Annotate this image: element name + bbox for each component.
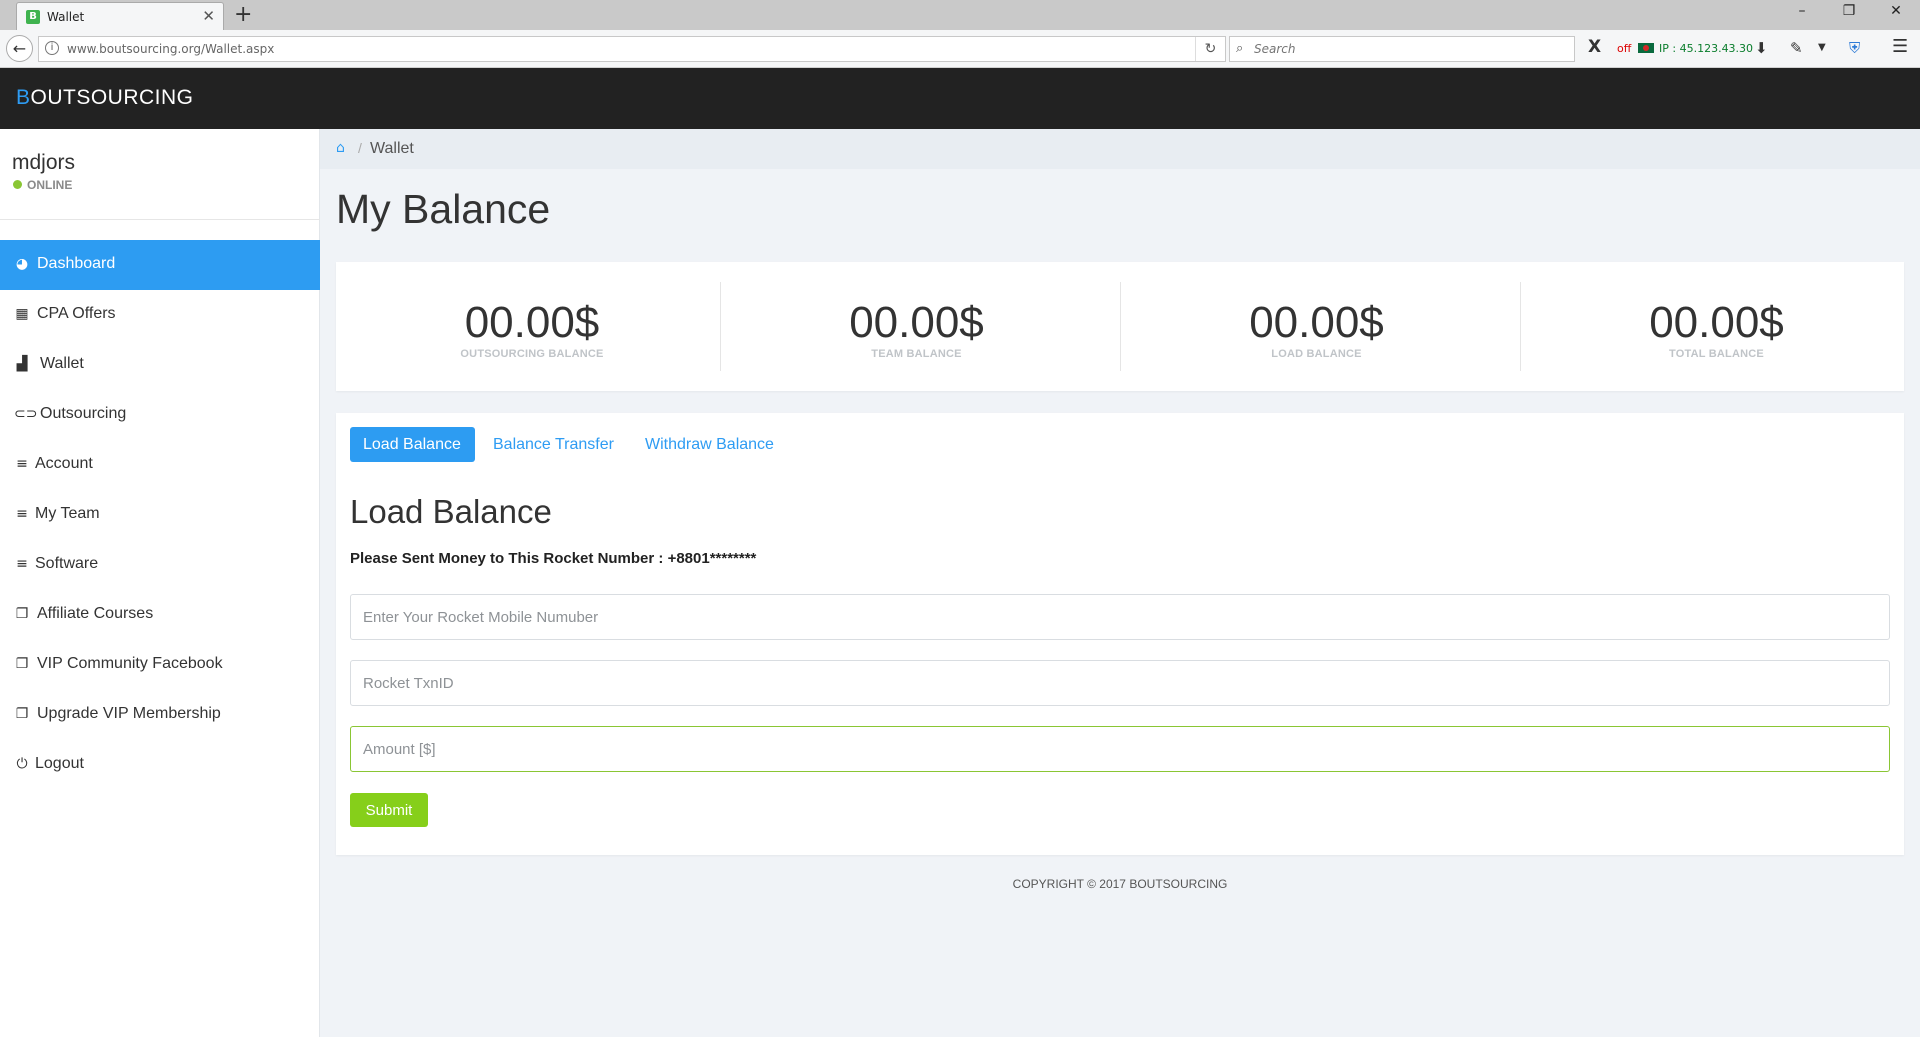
sidebar-item-wallet[interactable]: ▟ Wallet (0, 340, 320, 390)
breadcrumb-separator: / (358, 140, 362, 156)
sidebar-item-label: VIP Community Facebook (37, 655, 223, 672)
list-icon: ≡ (16, 556, 28, 572)
sidebar-item-dashboard[interactable]: ◕ Dashboard (0, 240, 320, 290)
stat-total-balance: 00.00$ TOTAL BALANCE (1520, 282, 1912, 371)
site-favicon-icon: B (26, 10, 40, 24)
browser-tab[interactable]: B Wallet ✕ (16, 2, 224, 30)
tab-load-balance[interactable]: Load Balance (350, 427, 475, 462)
copy-icon: ❐ (15, 656, 29, 672)
extension-off-status: off (1617, 42, 1632, 55)
tab-title: Wallet (47, 10, 85, 24)
sidebar-item-software[interactable]: ≡ Software (0, 540, 320, 590)
sidebar-item-label: Account (35, 455, 93, 472)
sidebar-item-label: Dashboard (37, 255, 116, 272)
sidebar-item-cpa-offers[interactable]: ▦ CPA Offers (0, 290, 320, 340)
x-extension-icon[interactable]: X (1588, 37, 1601, 57)
submit-button[interactable]: Submit (350, 793, 428, 827)
breadcrumb: ⌂ / Wallet (320, 129, 1920, 169)
list-icon: ≡ (16, 506, 28, 522)
url-text[interactable]: www.boutsourcing.org/Wallet.aspx (67, 42, 274, 56)
stat-team-balance: 00.00$ TEAM BALANCE (720, 282, 1112, 371)
username: mdjors (12, 151, 76, 174)
dropdown-icon[interactable]: ▼ (1818, 42, 1826, 53)
tab-balance-transfer[interactable]: Balance Transfer (480, 427, 627, 462)
calendar-icon: ▦ (15, 306, 29, 322)
download-icon[interactable]: ⬇ (1755, 39, 1768, 57)
dashboard-icon: ◕ (15, 256, 29, 272)
form-title: Load Balance (350, 493, 552, 530)
sidebar-item-label: Logout (35, 755, 84, 772)
minimize-icon[interactable]: – (1780, 3, 1824, 19)
browser-tab-bar: B Wallet ✕ + – ❐ ✕ (0, 0, 1920, 30)
list-icon: ≡ (16, 456, 28, 472)
sidebar-item-my-team[interactable]: ≡ My Team (0, 490, 320, 540)
ip-address: IP : 45.123.43.30 (1659, 42, 1754, 55)
stat-label: TOTAL BALANCE (1669, 348, 1764, 360)
sidebar-item-account[interactable]: ≡ Account (0, 440, 320, 490)
search-icon: ⌕ (1236, 41, 1244, 56)
new-tab-button[interactable]: + (234, 2, 252, 27)
sidebar-item-label: Outsourcing (40, 405, 127, 422)
back-arrow-icon[interactable]: ← (6, 35, 33, 62)
stat-value: 00.00$ (849, 298, 984, 347)
flag-icon (1638, 43, 1654, 53)
tab-close-icon[interactable]: ✕ (202, 7, 215, 25)
info-icon[interactable]: i (45, 41, 59, 55)
page-title: My Balance (336, 186, 551, 232)
stat-value: 00.00$ (1249, 298, 1384, 347)
sidebar-item-label: Wallet (40, 355, 84, 372)
toggle-icon: ⊂⊃ (14, 406, 38, 422)
stat-label: LOAD BALANCE (1271, 348, 1362, 360)
balance-stats-card: 00.00$ OUTSOURCING BALANCE 00.00$ TEAM B… (336, 262, 1904, 391)
rocket-txnid-input[interactable] (350, 660, 1890, 706)
sidebar-item-upgrade-vip-membership[interactable]: ❐ Upgrade VIP Membership (0, 690, 320, 740)
extension-icon[interactable]: ✎ (1790, 39, 1803, 57)
sidebar-item-affiliate-courses[interactable]: ❐ Affiliate Courses (0, 590, 320, 640)
breadcrumb-current: Wallet (370, 140, 414, 157)
hamburger-menu-icon[interactable]: ☰ (1892, 36, 1908, 57)
copy-icon: ❐ (15, 706, 29, 722)
user-profile: mdjors ONLINE (0, 129, 320, 220)
brand-logo[interactable]: BOUTSOURCING (16, 86, 194, 110)
stat-outsourcing-balance: 00.00$ OUTSOURCING BALANCE (336, 282, 728, 371)
sidebar-item-label: Software (35, 555, 99, 572)
reload-icon[interactable]: ↻ (1195, 37, 1225, 61)
home-icon[interactable]: ⌂ (336, 140, 345, 156)
sidebar-item-outsourcing[interactable]: ⊂⊃ Outsourcing (0, 390, 320, 440)
sidebar-item-vip-community-facebook[interactable]: ❐ VIP Community Facebook (0, 640, 320, 690)
rocket-mobile-input[interactable] (350, 594, 1890, 640)
browser-search-bar[interactable]: ⌕ (1229, 36, 1575, 62)
online-status-dot (13, 180, 22, 189)
footer-copyright: COPYRIGHT © 2017 BOUTSOURCING (1012, 877, 1228, 891)
copy-icon: ❐ (15, 606, 29, 622)
stat-value: 00.00$ (1649, 298, 1784, 347)
bar-chart-icon: ▟ (16, 356, 28, 372)
sidebar-menu: ◕ Dashboard ▦ CPA Offers ▟ Wallet ⊂⊃ Out… (0, 240, 320, 790)
wallet-form-card: Load Balance Balance Transfer Withdraw B… (336, 413, 1904, 855)
power-icon: ⏻ (16, 756, 28, 772)
rocket-number-instruction: Please Sent Money to This Rocket Number … (350, 550, 757, 567)
url-bar[interactable]: i www.boutsourcing.org/Wallet.aspx ↻ (38, 36, 1226, 62)
stat-load-balance: 00.00$ LOAD BALANCE (1120, 282, 1512, 371)
sidebar-item-logout[interactable]: ⏻ Logout (0, 740, 320, 790)
sidebar: mdjors ONLINE ◕ Dashboard ▦ CPA Offers ▟… (0, 129, 320, 1037)
browser-search-input[interactable] (1254, 39, 1564, 59)
stat-label: TEAM BALANCE (871, 348, 962, 360)
sidebar-item-label: My Team (35, 505, 100, 522)
restore-icon[interactable]: ❐ (1827, 3, 1871, 19)
tab-withdraw-balance[interactable]: Withdraw Balance (632, 427, 787, 462)
online-status: ONLINE (27, 178, 73, 192)
app-header: BOUTSOURCING (0, 68, 1920, 129)
stat-value: 00.00$ (464, 298, 600, 347)
amount-input[interactable] (350, 726, 1890, 772)
shield-extension-icon[interactable]: ⛨ (1849, 39, 1860, 57)
stat-label: OUTSOURCING BALANCE (460, 348, 604, 360)
sidebar-item-label: Affiliate Courses (37, 605, 154, 622)
window-close-icon[interactable]: ✕ (1874, 3, 1918, 19)
browser-nav-bar: ← i www.boutsourcing.org/Wallet.aspx ↻ ⌕… (0, 30, 1920, 68)
sidebar-item-label: Upgrade VIP Membership (37, 705, 221, 722)
sidebar-item-label: CPA Offers (37, 305, 116, 322)
